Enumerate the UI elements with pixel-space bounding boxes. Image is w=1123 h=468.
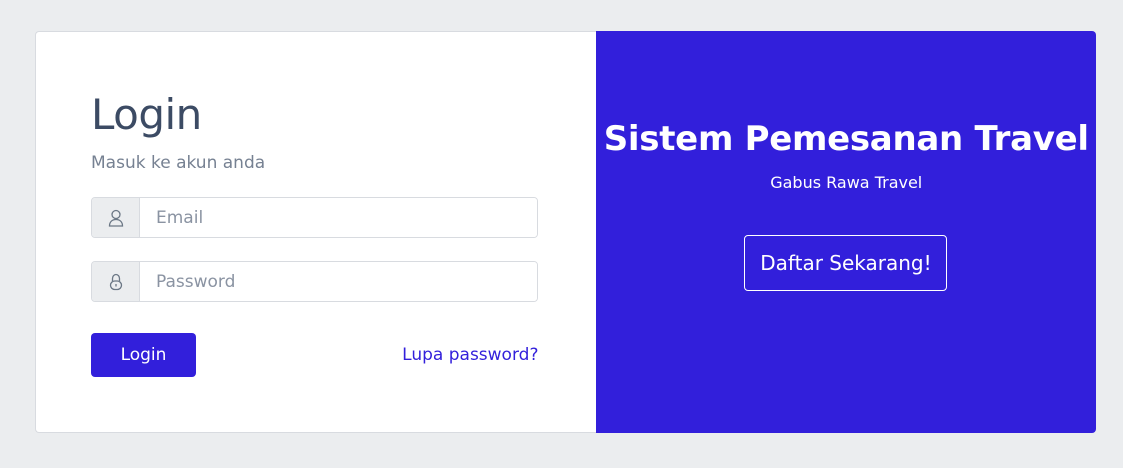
user-icon [92, 198, 140, 237]
app-title: Sistem Pemesanan Travel [603, 119, 1089, 159]
auth-card-group: Login Masuk ke akun anda Login L [35, 31, 1096, 433]
login-card: Login Masuk ke akun anda Login L [35, 31, 597, 433]
email-field[interactable] [140, 198, 537, 237]
forgot-password-link[interactable]: Lupa password? [402, 345, 538, 365]
signup-card: Sistem Pemesanan Travel Gabus Rawa Trave… [596, 31, 1096, 433]
company-name: Gabus Rawa Travel [770, 173, 923, 192]
password-input-group [91, 261, 538, 302]
login-title: Login [91, 90, 202, 139]
password-field[interactable] [140, 262, 537, 301]
email-input-group [91, 197, 538, 238]
lock-icon [92, 262, 140, 301]
login-subtitle: Masuk ke akun anda [91, 153, 266, 173]
register-button[interactable]: Daftar Sekarang! [744, 235, 948, 291]
login-button[interactable]: Login [91, 333, 196, 377]
